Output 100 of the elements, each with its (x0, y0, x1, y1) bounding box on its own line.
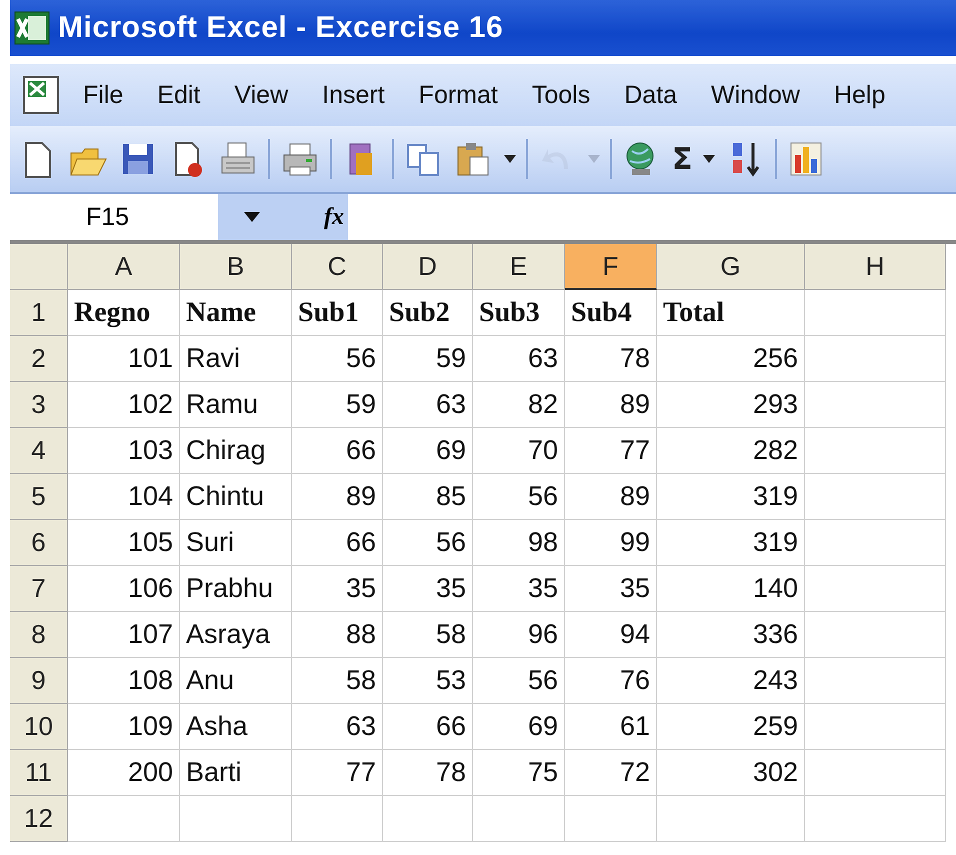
insert-function-button[interactable]: fx (324, 204, 344, 230)
table-cell: 78 (565, 336, 657, 382)
row-header[interactable]: 5 (10, 474, 68, 520)
table-cell: 109 (68, 704, 180, 750)
column-header[interactable]: D (383, 244, 473, 290)
table-cell: 106 (68, 566, 180, 612)
table-cell: 108 (68, 658, 180, 704)
column-header[interactable]: E (473, 244, 565, 290)
table-cell: 53 (383, 658, 473, 704)
row-header[interactable]: 3 (10, 382, 68, 428)
row-header[interactable]: 8 (10, 612, 68, 658)
table-cell: 63 (292, 704, 383, 750)
table-cell: 35 (383, 566, 473, 612)
window-title: Microsoft Excel - Excercise 16 (58, 11, 504, 45)
table-cell: 69 (383, 428, 473, 474)
menu-item[interactable]: File (66, 80, 140, 110)
menu-item[interactable]: Data (607, 80, 694, 110)
table-cell: 88 (292, 612, 383, 658)
dropdown-arrow-icon[interactable] (504, 155, 516, 163)
table-cell: Regno (68, 290, 180, 336)
table-cell: Chirag (180, 428, 292, 474)
table-cell: 107 (68, 612, 180, 658)
table-cell: 103 (68, 428, 180, 474)
table-cell: 89 (565, 382, 657, 428)
table-cell: 259 (657, 704, 805, 750)
row-header[interactable]: 10 (10, 704, 68, 750)
table-cell: 89 (565, 474, 657, 520)
menu-item[interactable]: Tools (514, 80, 608, 110)
table-cell: 66 (292, 428, 383, 474)
table-cell: 77 (565, 428, 657, 474)
table-cell: 59 (292, 382, 383, 428)
menu-item[interactable]: View (217, 80, 306, 110)
row-header[interactable]: 6 (10, 520, 68, 566)
table-cell: 35 (473, 566, 565, 612)
row-header[interactable]: 1 (10, 290, 68, 336)
table-cell: Anu (180, 658, 292, 704)
table-cell: 319 (657, 520, 805, 566)
table-cell: 104 (68, 474, 180, 520)
table-cell: 63 (383, 382, 473, 428)
menu-item[interactable]: Help (816, 80, 902, 110)
dropdown-arrow-icon[interactable] (702, 155, 714, 163)
column-header[interactable]: B (180, 244, 292, 290)
row-header[interactable]: 9 (10, 658, 68, 704)
table-cell: 63 (473, 336, 565, 382)
table-cell: 35 (292, 566, 383, 612)
table-cell: 98 (473, 520, 565, 566)
menu-item[interactable]: Insert (305, 80, 402, 110)
column-header[interactable]: G (657, 244, 805, 290)
table-cell: 319 (657, 474, 805, 520)
table-cell: 77 (292, 750, 383, 796)
row-header[interactable]: 2 (10, 336, 68, 382)
table-cell: 89 (292, 474, 383, 520)
table-cell: Chintu (180, 474, 292, 520)
table-cell: 78 (383, 750, 473, 796)
row-header[interactable]: 7 (10, 566, 68, 612)
table-cell: Barti (180, 750, 292, 796)
table-cell: 69 (473, 704, 565, 750)
table-cell: 336 (657, 612, 805, 658)
table-cell: Suri (180, 520, 292, 566)
table-cell: 61 (565, 704, 657, 750)
table-cell: 302 (657, 750, 805, 796)
table-cell: Sub1 (292, 290, 383, 336)
column-header[interactable]: C (292, 244, 383, 290)
table-cell: 282 (657, 428, 805, 474)
autosum-button[interactable]: Σ (672, 142, 692, 176)
row-header[interactable]: 12 (10, 796, 68, 842)
menu-item[interactable]: Window (694, 80, 817, 110)
table-cell: 85 (383, 474, 473, 520)
table-cell: 293 (657, 382, 805, 428)
table-cell: 56 (473, 658, 565, 704)
menu-item[interactable]: Format (402, 80, 515, 110)
table-cell: 72 (565, 750, 657, 796)
table-cell: 70 (473, 428, 565, 474)
table-cell: 66 (292, 520, 383, 566)
dropdown-arrow-icon[interactable] (244, 212, 260, 222)
table-cell: 56 (473, 474, 565, 520)
table-cell: 243 (657, 658, 805, 704)
column-header[interactable]: A (68, 244, 180, 290)
table-cell: Sub2 (383, 290, 473, 336)
table-cell: 58 (383, 612, 473, 658)
table-cell: 56 (383, 520, 473, 566)
table-cell: Ravi (180, 336, 292, 382)
table-cell: 76 (565, 658, 657, 704)
column-header[interactable]: H (805, 244, 946, 290)
table-cell: 256 (657, 336, 805, 382)
table-cell: 35 (565, 566, 657, 612)
table-cell: 75 (473, 750, 565, 796)
table-cell: 99 (565, 520, 657, 566)
row-header[interactable]: 4 (10, 428, 68, 474)
row-header[interactable]: 11 (10, 750, 68, 796)
menu-item[interactable]: Edit (140, 80, 218, 110)
table-cell: 105 (68, 520, 180, 566)
table-cell: 58 (292, 658, 383, 704)
table-cell: 96 (473, 612, 565, 658)
table-cell: Total (657, 290, 805, 336)
table-cell: Asha (180, 704, 292, 750)
table-cell: Sub4 (565, 290, 657, 336)
table-cell: 82 (473, 382, 565, 428)
column-header[interactable]: F (565, 244, 657, 290)
table-cell: Asraya (180, 612, 292, 658)
